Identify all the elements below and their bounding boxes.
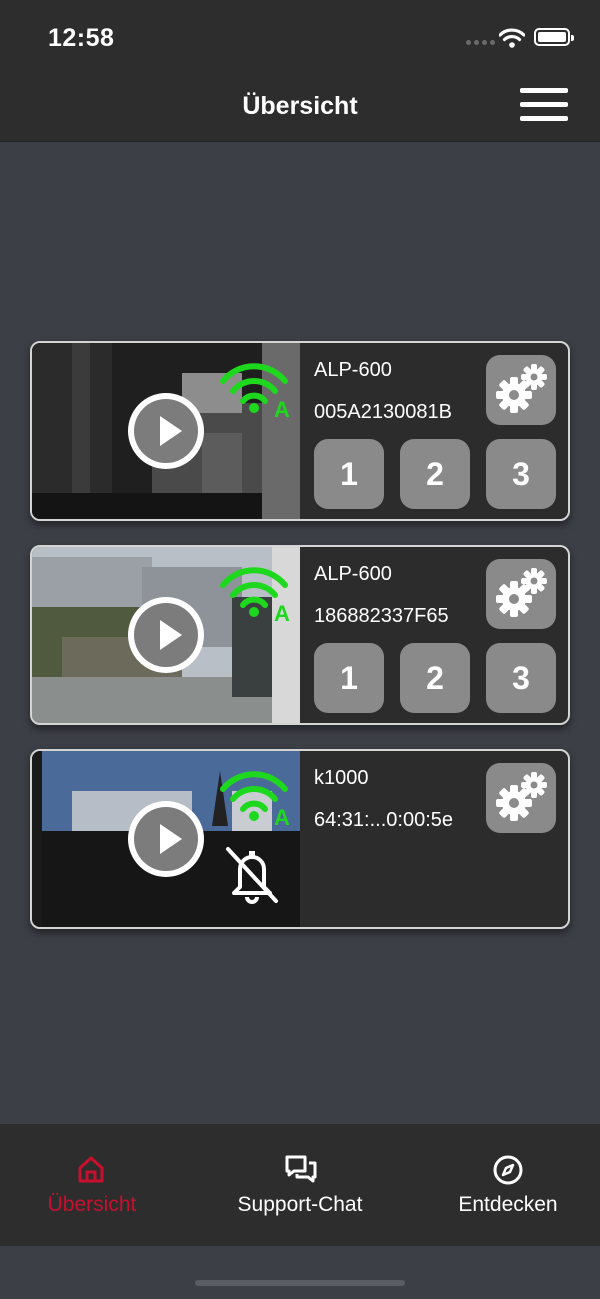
channel-2-button[interactable]: 2 — [400, 439, 470, 509]
wifi-signal-icon: A — [220, 567, 290, 623]
gears-icon — [496, 364, 547, 413]
cellular-signal-icon — [466, 40, 495, 45]
gears-icon — [496, 568, 547, 617]
channel-1-button[interactable]: 1 — [314, 643, 384, 713]
tab-label: Support-Chat — [237, 1193, 363, 1216]
camera-thumbnail[interactable]: A — [32, 343, 300, 519]
status-bar: 12:58 — [0, 0, 600, 70]
channel-1-button[interactable]: 1 — [314, 439, 384, 509]
play-button[interactable] — [128, 801, 204, 877]
status-time: 12:58 — [48, 24, 115, 52]
home-area — [0, 1246, 600, 1299]
settings-button[interactable] — [486, 763, 556, 833]
wifi-status-icon — [499, 28, 525, 48]
tab-bar: Übersicht Support-Chat Entdecken — [0, 1124, 600, 1246]
play-icon — [160, 620, 182, 650]
settings-button[interactable] — [486, 559, 556, 629]
device-name: ALP-600 — [314, 563, 392, 585]
play-icon — [160, 824, 182, 854]
channel-3-button[interactable]: 3 — [486, 439, 556, 509]
wifi-signal-icon: A — [220, 771, 290, 827]
device-card[interactable]: A ALP-600 186882337F65 1 2 3 — [30, 545, 570, 725]
device-card[interactable]: A ALP-600 005A2130081B 1 2 3 — [30, 341, 570, 521]
battery-icon — [534, 28, 574, 46]
channel-3-button[interactable]: 3 — [486, 643, 556, 713]
device-name: ALP-600 — [314, 359, 392, 381]
tab-label: Übersicht — [47, 1193, 137, 1216]
tab-overview[interactable]: Übersicht — [0, 1124, 192, 1246]
device-card[interactable]: A k1000 64:31:...0:00:5e — [30, 749, 570, 929]
page-title: Übersicht — [242, 92, 358, 120]
home-icon — [78, 1156, 104, 1183]
compass-icon — [493, 1155, 523, 1185]
camera-thumbnail[interactable]: A — [32, 751, 300, 927]
channel-2-button[interactable]: 2 — [400, 643, 470, 713]
gears-icon — [496, 772, 547, 821]
tab-explore[interactable]: Entdecken — [408, 1124, 600, 1246]
auto-mode-label: A — [274, 601, 290, 623]
home-indicator[interactable] — [195, 1280, 405, 1286]
wifi-signal-icon: A — [220, 363, 290, 419]
camera-thumbnail[interactable]: A — [32, 547, 300, 723]
navigation-bar: Übersicht — [0, 70, 600, 142]
menu-button[interactable] — [520, 88, 570, 124]
play-button[interactable] — [128, 597, 204, 673]
auto-mode-label: A — [274, 397, 290, 419]
tab-support-chat[interactable]: Support-Chat — [200, 1124, 400, 1246]
device-id: 186882337F65 — [314, 605, 449, 627]
hamburger-icon — [520, 88, 568, 93]
play-button[interactable] — [128, 393, 204, 469]
settings-button[interactable] — [486, 355, 556, 425]
tab-label: Entdecken — [458, 1193, 558, 1216]
device-name: k1000 — [314, 767, 369, 789]
play-icon — [160, 416, 182, 446]
device-id: 64:31:...0:00:5e — [314, 809, 454, 831]
device-id: 005A2130081B — [314, 401, 452, 423]
bell-off-icon — [226, 847, 278, 904]
chat-icon — [285, 1155, 317, 1183]
auto-mode-label: A — [274, 805, 290, 827]
